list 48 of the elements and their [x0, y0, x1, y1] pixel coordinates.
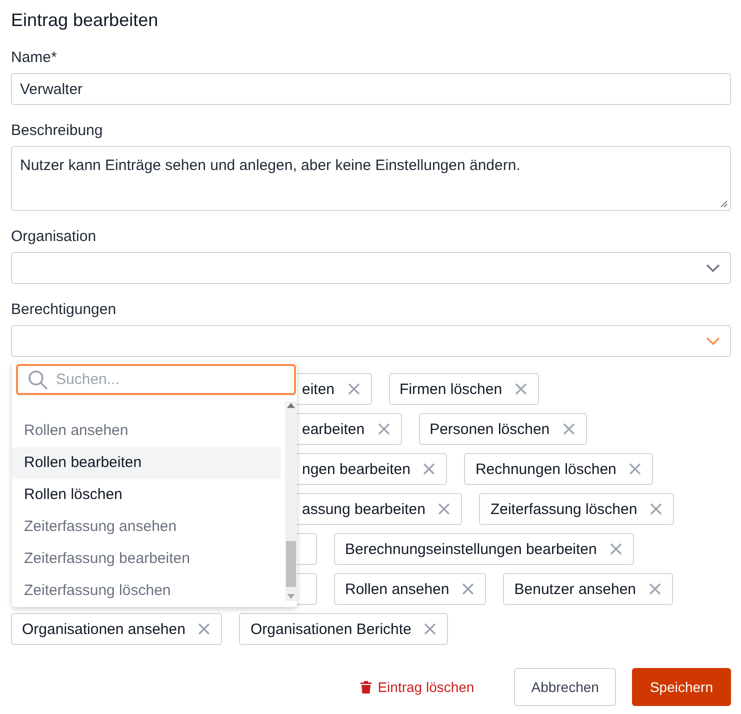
delete-button[interactable]: Eintrag löschen: [360, 679, 474, 695]
trash-icon: [360, 680, 372, 694]
scrollbar-thumb[interactable]: [286, 541, 296, 587]
form-title: Eintrag bearbeiten: [11, 9, 160, 31]
permission-tag: Rollen ansehen: [334, 573, 486, 605]
remove-icon[interactable]: [346, 382, 361, 396]
field-label: Organisation: [11, 228, 98, 246]
scroll-down-icon[interactable]: [287, 594, 295, 599]
remove-icon[interactable]: [376, 422, 391, 436]
dropdown-option[interactable]: Rollen ansehen: [12, 415, 281, 447]
field-label: Berechtigungen: [11, 301, 118, 319]
dropdown-option[interactable]: Zeiterfassung ansehen: [12, 511, 281, 543]
remove-icon[interactable]: [628, 462, 642, 476]
remove-icon[interactable]: [437, 502, 452, 516]
remove-icon[interactable]: [514, 382, 528, 396]
remove-icon[interactable]: [197, 622, 212, 636]
dropdown-option[interactable]: Rollen bearbeiten: [12, 447, 281, 479]
permission-tag: Organisationen ansehen: [11, 613, 222, 645]
dropdown-option[interactable]: Zeiterfassung löschen: [12, 575, 281, 607]
search-icon: [28, 370, 48, 390]
permission-tag: Benutzer ansehen: [503, 573, 674, 605]
scroll-up-icon[interactable]: [287, 403, 295, 408]
permission-tag: Rechnungen löschen: [464, 453, 654, 485]
dropdown-option[interactable]: Zeiterfassung bearbeiten: [12, 543, 281, 575]
select-field[interactable]: [11, 325, 731, 357]
field-label: Beschreibung: [11, 122, 104, 140]
remove-icon[interactable]: [461, 582, 476, 596]
remove-icon[interactable]: [562, 422, 576, 436]
remove-icon[interactable]: [422, 462, 436, 476]
remove-icon[interactable]: [608, 542, 623, 556]
dropdown-option[interactable]: Rollen löschen: [12, 479, 281, 511]
search-field[interactable]: Suchen...: [16, 364, 296, 395]
resize-grip-icon[interactable]: [720, 200, 728, 208]
field-label: Name*: [11, 49, 58, 67]
permission-tag: Zeiterfassung löschen: [479, 493, 674, 525]
permission-tag: Personen löschen: [418, 413, 587, 445]
save-button[interactable]: Speichern: [632, 668, 731, 706]
remove-icon[interactable]: [423, 622, 438, 636]
scrollbar[interactable]: [285, 401, 297, 601]
name-field[interactable]: Verwalter: [11, 73, 731, 105]
permission-tag: Berechnungseinstellungen bearbeiten: [334, 533, 634, 565]
remove-icon[interactable]: [649, 502, 664, 516]
remove-icon[interactable]: [648, 582, 662, 596]
permission-tag: Firmen löschen: [388, 373, 540, 405]
description-field[interactable]: Nutzer kann Einträge sehen und anlegen, aber keine Einstellungen ändern.: [11, 146, 731, 211]
permission-tag: Organisationen Berichte: [239, 613, 448, 645]
select-field[interactable]: [11, 252, 731, 284]
cancel-button[interactable]: Abbrechen: [514, 668, 616, 706]
